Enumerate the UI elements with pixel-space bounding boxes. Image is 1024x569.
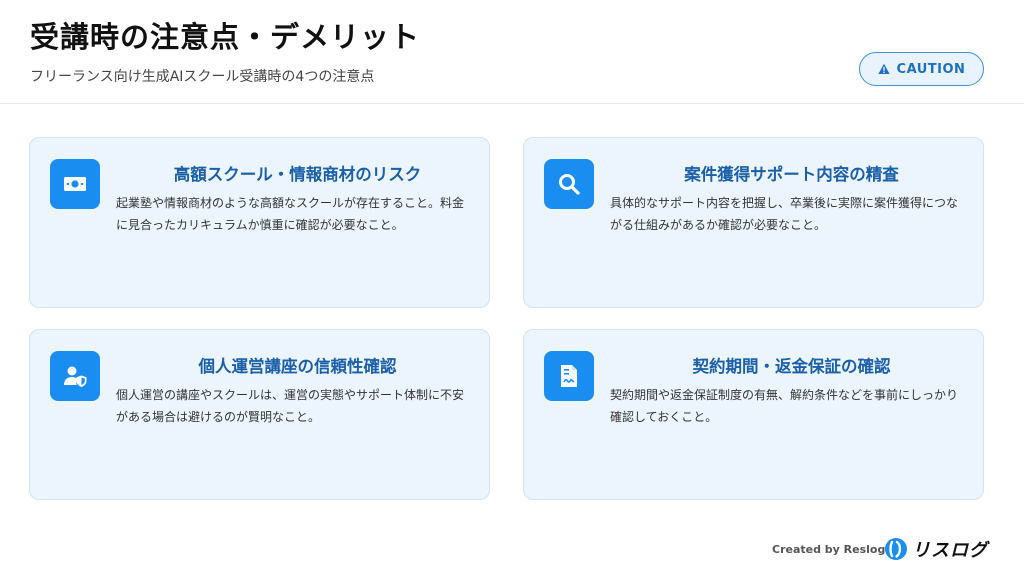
- card-icon-container: [544, 351, 594, 401]
- card-icon-container: [50, 351, 100, 401]
- page-subtitle: フリーランス向け生成AIスクール受講時の4つの注意点: [30, 69, 375, 85]
- card-icon-container: [50, 159, 100, 209]
- footer-logo[interactable]: リスログ: [884, 536, 988, 562]
- card-job-support-review: 案件獲得サポート内容の精査 具体的なサポート内容を把握し、卒業後に実際に案件獲得…: [523, 137, 984, 308]
- card-body: 契約期間や返金保証制度の有無、解約条件などを事前にしっかり確認しておくこと。: [610, 388, 959, 424]
- card-title: 高額スクール・情報商材のリスク: [173, 165, 422, 184]
- page-title: 受講時の注意点・デメリット: [30, 20, 421, 54]
- card-individual-course-trust: 個人運営講座の信頼性確認 個人運営の講座やスクールは、運営の実態やサポート体制に…: [29, 329, 490, 500]
- card-contract-refund-check: 契約期間・返金保証の確認 契約期間や返金保証制度の有無、解約条件などを事前にしっ…: [523, 329, 984, 500]
- contract-document-icon: [561, 365, 577, 387]
- logo-text: リスログ: [912, 540, 988, 561]
- card-title: 契約期間・返金保証の確認: [692, 357, 891, 376]
- card-icon-container: [544, 159, 594, 209]
- reslog-logo-icon: [885, 538, 907, 560]
- page-header: 受講時の注意点・デメリット フリーランス向け生成AIスクール受講時の4つの注意点…: [0, 0, 1024, 104]
- warning-icon: [877, 63, 890, 74]
- card-body: 起業塾や情報商材のような高額なスクールが存在すること。料金に見合ったカリキュラム…: [116, 196, 465, 232]
- card-title: 案件獲得サポート内容の精査: [684, 165, 899, 184]
- card-body: 個人運営の講座やスクールは、運営の実態やサポート体制に不安がある場合は避けるのが…: [116, 388, 465, 424]
- search-icon: [559, 174, 580, 195]
- footer-credit: Created by Reslog: [772, 543, 886, 556]
- caution-badge-label: CAUTION: [896, 61, 966, 77]
- card-body: 具体的なサポート内容を把握し、卒業後に実際に案件獲得につながる仕組みがあるか確認…: [610, 196, 959, 232]
- user-shield-icon: [64, 366, 87, 387]
- money-bill-icon: [64, 177, 86, 191]
- card-expensive-school-risk: 高額スクール・情報商材のリスク 起業塾や情報商材のような高額なスクールが存在する…: [29, 137, 490, 308]
- caution-badge: CAUTION: [859, 52, 984, 86]
- card-title: 個人運営講座の信頼性確認: [198, 357, 397, 376]
